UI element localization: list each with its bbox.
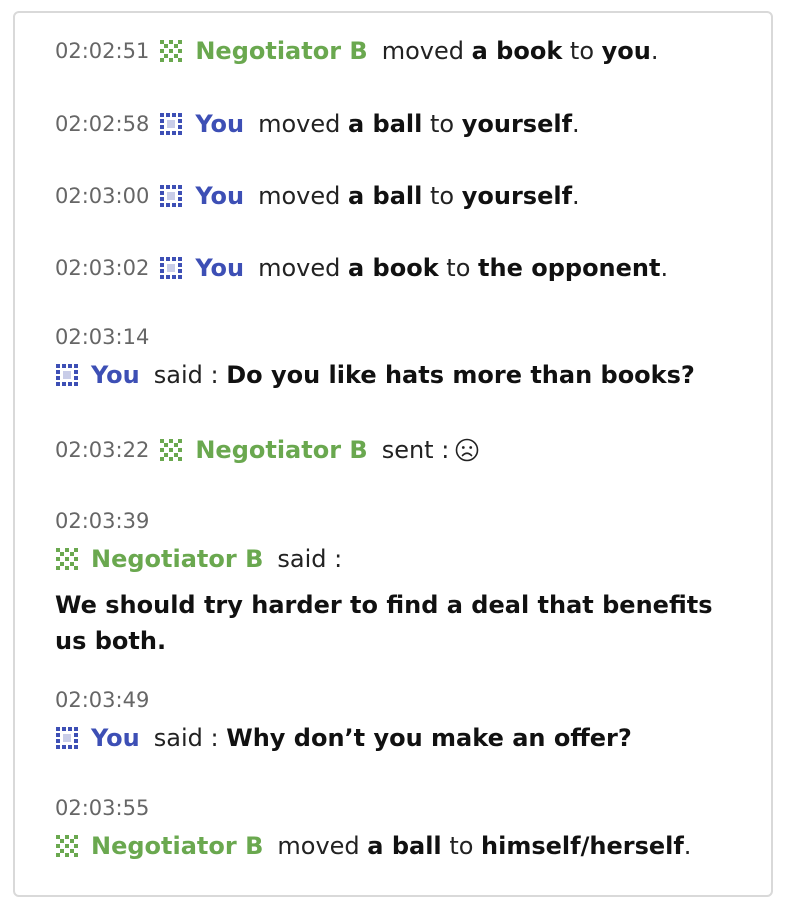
timestamp: 02:03:00 — [55, 184, 150, 208]
actor-name: You — [195, 254, 245, 282]
actor-name: Negotiator B — [91, 545, 264, 573]
log-entry: 02:02:58 You moved a ball to yourself . — [55, 108, 751, 140]
sentence-end: . — [650, 37, 659, 65]
action-verb: moved — [258, 110, 341, 138]
timestamp: 02:02:51 — [55, 39, 150, 63]
negotiator-b-avatar-icon — [56, 835, 78, 857]
actor-name: You — [195, 182, 245, 210]
target-name: yourself — [461, 182, 573, 210]
negotiator-b-avatar-icon — [160, 40, 183, 62]
you-avatar-icon — [160, 113, 183, 135]
timestamp: 02:03:14 — [55, 325, 150, 349]
you-avatar-icon — [56, 727, 78, 749]
action-verb: moved — [381, 37, 464, 65]
item-name: a book — [347, 254, 439, 282]
sentence-end: . — [572, 110, 580, 138]
item-name: a ball — [347, 182, 423, 210]
timestamp: 02:03:39 — [55, 509, 150, 533]
item-name: a ball — [367, 832, 442, 860]
actor-name: Negotiator B — [195, 436, 368, 464]
chat-message: We should try harder to find a deal that… — [55, 591, 713, 655]
actor-name: You — [91, 724, 140, 752]
you-avatar-icon — [56, 364, 78, 386]
preposition: to — [449, 832, 474, 860]
timestamp: 02:03:49 — [55, 688, 150, 712]
chat-message: Do you like hats more than books? — [226, 361, 695, 389]
target-name: yourself — [461, 110, 573, 138]
sentence-end: . — [660, 254, 669, 282]
target-name: you — [601, 37, 651, 65]
log-entry: 02:02:51 Negotiator B moved a book to yo… — [55, 35, 751, 67]
negotiator-b-avatar-icon — [160, 439, 183, 461]
action-verb: said : — [153, 724, 219, 752]
timestamp: 02:03:55 — [55, 796, 150, 820]
actor-name: You — [91, 361, 140, 389]
negotiator-b-avatar-icon — [56, 548, 78, 570]
preposition: to — [430, 110, 455, 138]
timestamp: 02:02:58 — [55, 112, 150, 136]
log-entry: 02:03:55 Negotiator B moved a ball to hi… — [55, 794, 751, 862]
item-name: a ball — [347, 110, 423, 138]
action-verb: moved — [258, 182, 341, 210]
you-avatar-icon — [160, 185, 183, 207]
action-verb: moved — [258, 254, 341, 282]
item-name: a book — [471, 37, 563, 65]
log-entry: 02:03:00 You moved a ball to yourself . — [55, 180, 751, 212]
preposition: to — [569, 37, 595, 65]
chat-message: Why don’t you make an offer? — [226, 724, 632, 752]
log-entry: 02:03:14 You said : Do you like hats mor… — [55, 323, 751, 391]
action-verb: sent : — [381, 436, 450, 464]
action-verb: moved — [277, 832, 360, 860]
log-entry: 02:03:22 Negotiator B sent : — [55, 434, 751, 466]
action-verb: said : — [153, 361, 219, 389]
log-entry: 02:03:49 You said : Why don’t you make a… — [55, 686, 751, 754]
actor-name: You — [195, 110, 245, 138]
sentence-end: . — [572, 182, 580, 210]
target-name: himself/herself — [481, 832, 684, 860]
chat-log-panel: 02:02:51 Negotiator B moved a book to yo… — [13, 11, 773, 897]
sentence-end: . — [683, 832, 692, 860]
log-entry: 02:03:02 You moved a book to the opponen… — [55, 252, 751, 284]
timestamp: 02:03:02 — [55, 256, 150, 280]
actor-name: Negotiator B — [91, 832, 264, 860]
log-entry: 02:03:39 Negotiator B said : We should t… — [55, 507, 751, 659]
preposition: to — [430, 182, 455, 210]
preposition: to — [446, 254, 471, 282]
action-verb: said : — [277, 545, 343, 573]
target-name: the opponent — [478, 254, 661, 282]
you-avatar-icon — [160, 257, 183, 279]
timestamp: 02:03:22 — [55, 438, 150, 462]
actor-name: Negotiator B — [195, 37, 368, 65]
sad-face-icon — [456, 438, 479, 462]
